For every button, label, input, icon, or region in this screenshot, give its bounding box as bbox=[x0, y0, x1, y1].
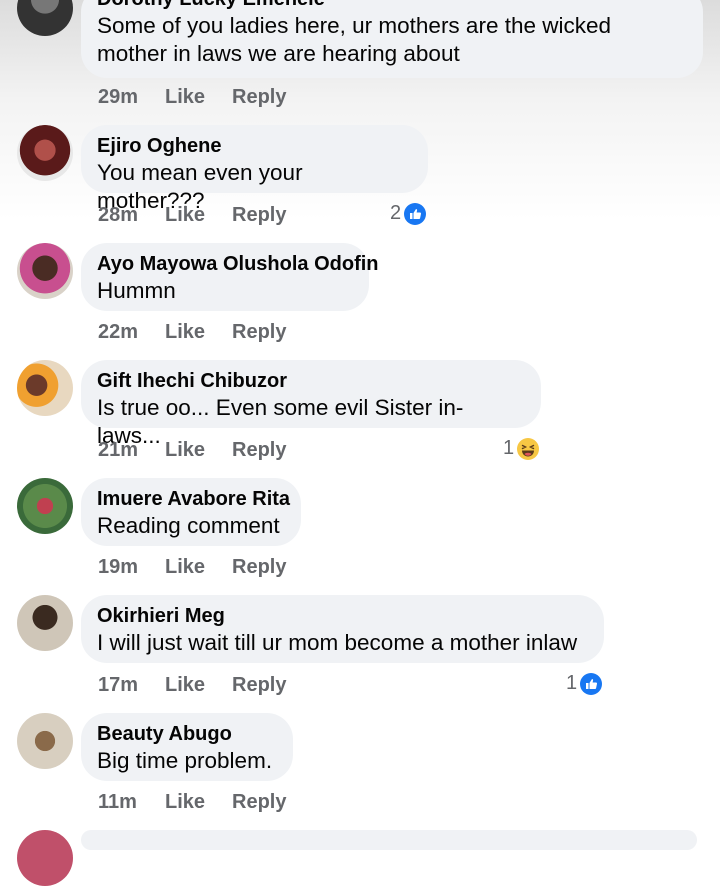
comment-time[interactable]: 22m bbox=[98, 321, 165, 344]
comment-author[interactable]: Beauty Abugo bbox=[97, 721, 277, 747]
comment-time[interactable]: 28m bbox=[98, 204, 165, 227]
comment-author[interactable]: Ejiro Oghene bbox=[97, 133, 412, 159]
like-button[interactable]: Like bbox=[165, 674, 232, 697]
comment-text: Hummn bbox=[97, 278, 176, 303]
avatar[interactable] bbox=[17, 830, 73, 886]
like-icon bbox=[580, 672, 603, 695]
like-button[interactable]: Like bbox=[165, 791, 232, 814]
like-button[interactable]: Like bbox=[165, 86, 232, 109]
avatar[interactable] bbox=[17, 360, 73, 416]
comment-bubble: Imuere Avabore Rita Reading comment bbox=[81, 478, 301, 546]
comment-author[interactable]: Gift Ihechi Chibuzor bbox=[97, 368, 525, 394]
comment-bubble: Gift Ihechi Chibuzor Is true oo... Even … bbox=[81, 360, 541, 448]
reply-button[interactable]: Reply bbox=[232, 674, 286, 697]
comment-bubble: Ayo Mayowa Olushola Odofin Hummn bbox=[81, 243, 379, 311]
comment-bubble: Okirhieri Meg I will just wait till ur m… bbox=[81, 595, 604, 663]
comment-bubble: Ejiro Oghene You mean even your mother??… bbox=[81, 125, 428, 213]
reply-button[interactable]: Reply bbox=[232, 791, 286, 814]
comment-author[interactable]: Okirhieri Meg bbox=[97, 603, 588, 629]
reaction-summary[interactable]: 1 bbox=[503, 437, 540, 460]
comment-actions: 28m Like Reply bbox=[98, 204, 286, 227]
reaction-summary[interactable]: 2 bbox=[390, 202, 427, 225]
avatar[interactable] bbox=[17, 595, 73, 651]
like-button[interactable]: Like bbox=[165, 204, 232, 227]
comment-actions: 17m Like Reply bbox=[98, 674, 286, 697]
comment-bubble bbox=[81, 830, 697, 850]
reply-button[interactable]: Reply bbox=[232, 556, 286, 579]
reply-button[interactable]: Reply bbox=[232, 86, 286, 109]
avatar[interactable] bbox=[17, 125, 73, 181]
comment-text: Reading comment bbox=[97, 513, 280, 538]
comment-author[interactable]: Imuere Avabore Rita bbox=[97, 486, 290, 512]
reaction-count: 2 bbox=[390, 202, 402, 224]
like-icon bbox=[404, 202, 427, 225]
comment-time[interactable]: 17m bbox=[98, 674, 165, 697]
comment-author[interactable]: Dorothy Lucky Emenele bbox=[97, 0, 687, 12]
comment-time[interactable]: 19m bbox=[98, 556, 165, 579]
comment-actions: 19m Like Reply bbox=[98, 556, 286, 579]
comment-bubble: Dorothy Lucky Emenele Some of you ladies… bbox=[81, 0, 703, 78]
comment-actions: 29m Like Reply bbox=[98, 86, 286, 109]
haha-icon bbox=[517, 437, 540, 460]
like-button[interactable]: Like bbox=[165, 439, 232, 462]
reply-button[interactable]: Reply bbox=[232, 439, 286, 462]
avatar[interactable] bbox=[17, 713, 73, 769]
comment-actions: 21m Like Reply bbox=[98, 439, 286, 462]
comment-text: I will just wait till ur mom become a mo… bbox=[97, 630, 578, 655]
comment-text: Some of you ladies here, ur mothers are … bbox=[97, 13, 612, 66]
avatar[interactable] bbox=[17, 243, 73, 299]
like-button[interactable]: Like bbox=[165, 321, 232, 344]
avatar[interactable] bbox=[17, 478, 73, 534]
like-button[interactable]: Like bbox=[165, 556, 232, 579]
reaction-count: 1 bbox=[566, 672, 578, 694]
comment-time[interactable]: 11m bbox=[98, 791, 165, 814]
reply-button[interactable]: Reply bbox=[232, 204, 286, 227]
comment-actions: 11m Like Reply bbox=[98, 791, 286, 814]
reaction-count: 1 bbox=[503, 437, 515, 459]
comment-time[interactable]: 29m bbox=[98, 86, 165, 109]
reply-button[interactable]: Reply bbox=[232, 321, 286, 344]
reaction-summary[interactable]: 1 bbox=[566, 672, 603, 695]
comment-text: Big time problem. bbox=[97, 748, 273, 773]
comment-actions: 22m Like Reply bbox=[98, 321, 286, 344]
comment-author[interactable]: Ayo Mayowa Olushola Odofin bbox=[97, 251, 379, 277]
comment-bubble: Beauty Abugo Big time problem. bbox=[81, 713, 293, 781]
comment-time[interactable]: 21m bbox=[98, 439, 165, 462]
